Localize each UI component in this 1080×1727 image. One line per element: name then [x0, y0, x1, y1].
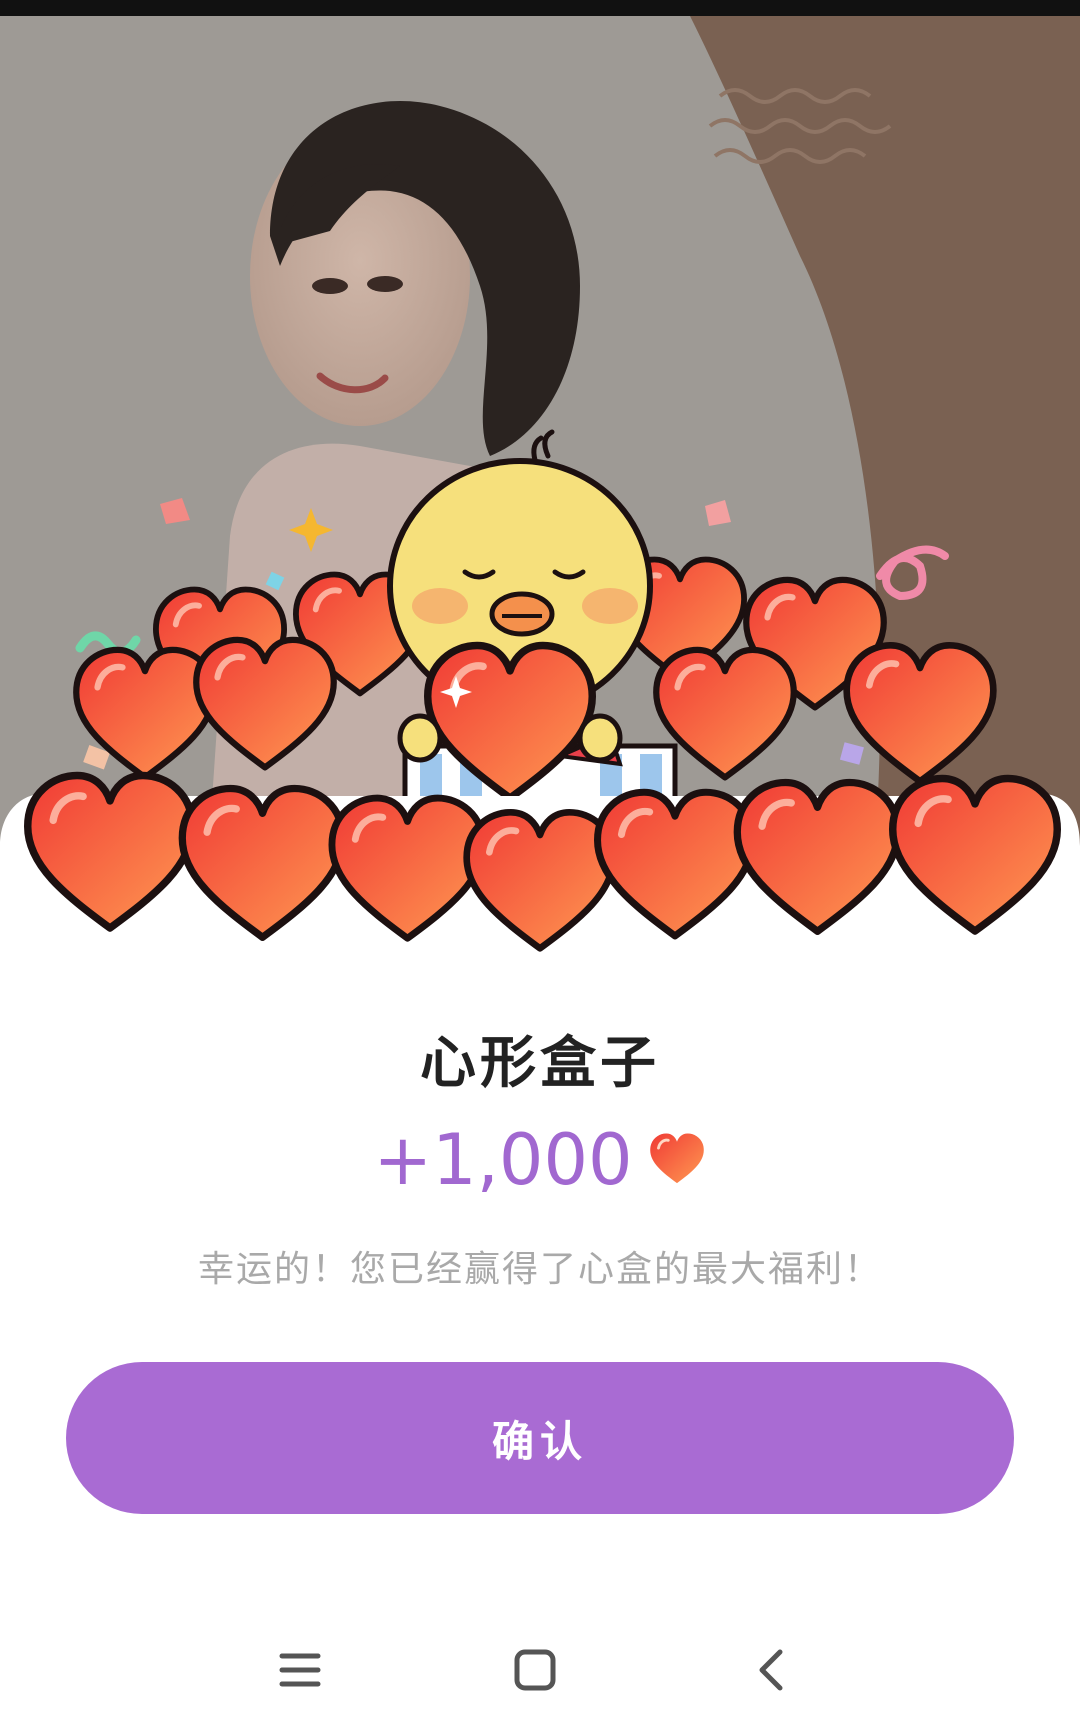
confirm-button[interactable]: 确认 — [66, 1362, 1014, 1514]
home-icon[interactable] — [505, 1640, 565, 1700]
dialog-title: 心形盒子 — [420, 1031, 660, 1096]
status-bar — [0, 0, 1080, 16]
system-nav-bar — [0, 1620, 1080, 1720]
back-icon[interactable] — [742, 1640, 802, 1700]
heart-icon — [649, 1133, 704, 1184]
reward-message: 幸运的！您已经赢得了心盒的最大福利！ — [197, 1249, 882, 1290]
screen: 心形盒子 +1,000 幸运的！您已经赢得了心盒的最大福利！ 确认 — [0, 0, 1080, 1727]
reward-row: +1,000 — [0, 1120, 1080, 1200]
menu-icon[interactable] — [270, 1640, 330, 1700]
hero-illustration — [0, 16, 1080, 976]
reward-amount: +1,000 — [373, 1119, 633, 1201]
